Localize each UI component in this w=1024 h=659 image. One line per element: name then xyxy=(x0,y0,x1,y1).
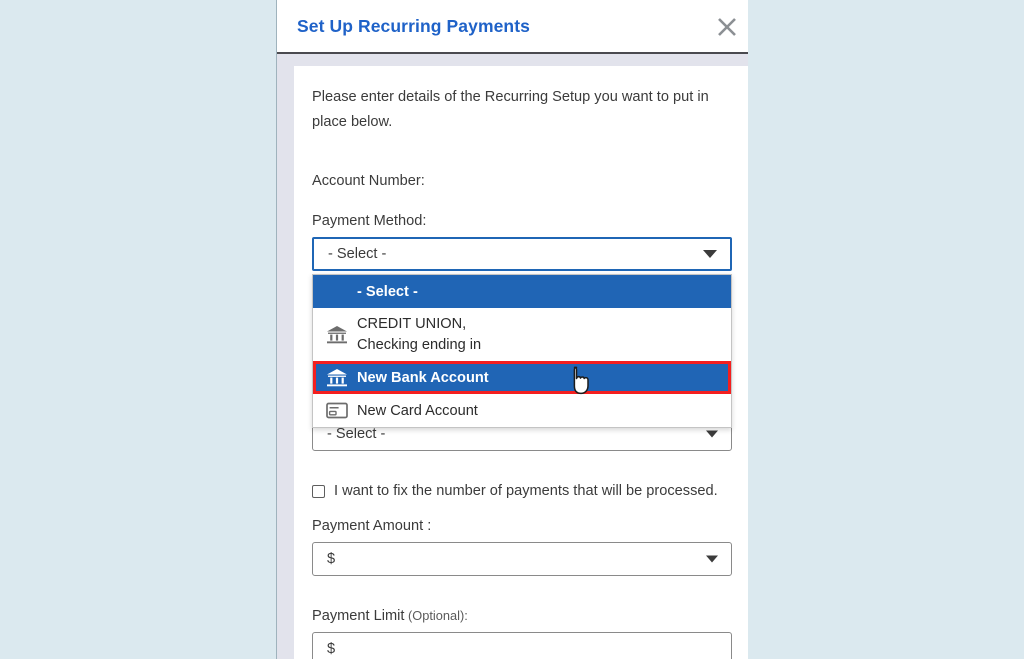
dropdown-option-line-2: Checking ending in xyxy=(357,336,482,353)
payment-limit-label: Payment Limit (Optional): xyxy=(312,608,468,624)
payment-method-dropdown-list[interactable]: - Select - CREDIT UNION, Checking ending… xyxy=(312,274,732,428)
recurring-payments-modal: Set Up Recurring Payments Please enter d… xyxy=(277,0,748,659)
intro-text: Please enter details of the Recurring Se… xyxy=(312,89,709,130)
dropdown-option-line-1: CREDIT UNION, xyxy=(357,315,467,332)
chevron-down-icon xyxy=(703,250,717,258)
dropdown-option-credit-union[interactable]: CREDIT UNION, Checking ending in xyxy=(313,308,731,361)
fix-payments-checkbox-label: I want to fix the number of payments tha… xyxy=(334,483,718,499)
chevron-down-icon xyxy=(706,430,718,438)
modal-content-card: Please enter details of the Recurring Se… xyxy=(294,66,748,659)
payment-amount-label: Payment Amount : xyxy=(312,518,432,534)
payment-method-select[interactable]: - Select - xyxy=(312,237,732,271)
frequency-select-value: - Select - xyxy=(327,426,386,442)
account-number-label: Account Number: xyxy=(312,173,425,189)
fix-payments-checkbox[interactable] xyxy=(312,484,325,498)
modal-header: Set Up Recurring Payments xyxy=(277,0,748,54)
dropdown-option-label: New Card Account xyxy=(357,402,478,419)
payment-limit-optional-note: (Optional): xyxy=(404,608,468,623)
payment-method-select-value: - Select - xyxy=(328,246,387,262)
chevron-down-icon xyxy=(706,555,718,563)
dropdown-option-select[interactable]: - Select - xyxy=(313,275,731,308)
close-icon[interactable] xyxy=(712,11,742,41)
bank-icon xyxy=(325,324,349,346)
page-title: Set Up Recurring Payments xyxy=(297,15,530,36)
dropdown-option-label: CREDIT UNION, Checking ending in xyxy=(357,314,481,356)
payment-limit-input[interactable]: $ xyxy=(312,632,732,659)
dropdown-option-new-bank-account[interactable]: New Bank Account xyxy=(313,361,731,394)
dropdown-option-label: New Bank Account xyxy=(357,369,489,386)
payment-method-label: Payment Method: xyxy=(312,213,427,229)
dropdown-option-label: - Select - xyxy=(357,283,418,300)
payment-amount-input[interactable]: $ xyxy=(312,542,732,576)
payment-limit-label-text: Payment Limit xyxy=(312,608,405,624)
bank-icon xyxy=(325,367,349,389)
payment-amount-value: $ xyxy=(327,551,336,567)
payment-limit-value: $ xyxy=(327,641,336,657)
fix-payments-checkbox-row[interactable]: I want to fix the number of payments tha… xyxy=(312,483,718,499)
credit-card-icon xyxy=(325,400,349,422)
dropdown-option-new-card-account[interactable]: New Card Account xyxy=(313,394,731,427)
